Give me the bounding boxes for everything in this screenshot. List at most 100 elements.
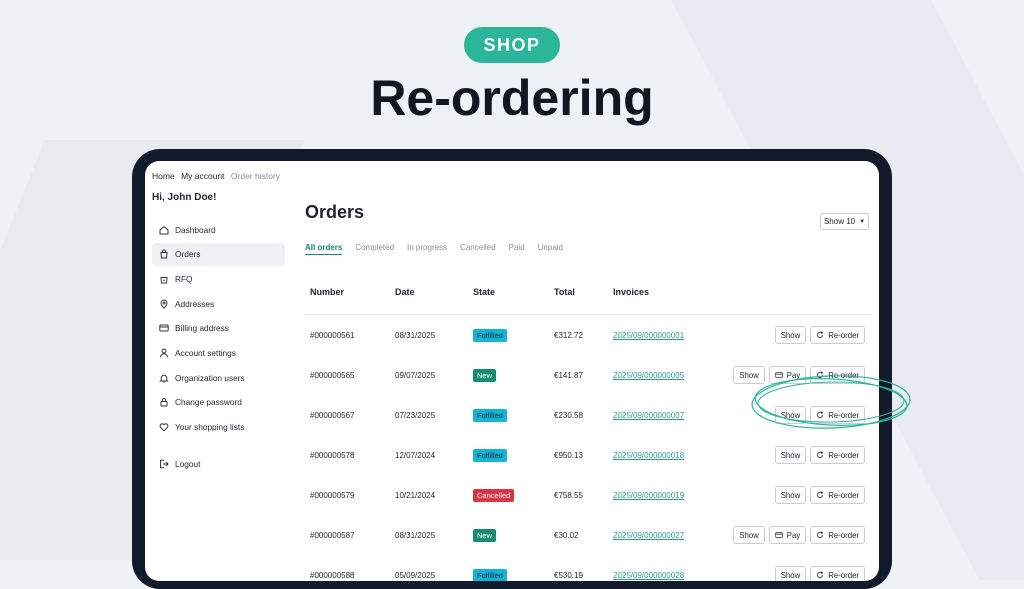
- tab-cancelled[interactable]: Cancelled: [460, 243, 496, 255]
- button-label: Re-order: [828, 490, 859, 500]
- invoice-link[interactable]: 2025/09/000000005: [613, 371, 684, 380]
- invoice-link[interactable]: 2025/09/000000019: [613, 491, 684, 500]
- sidebar-item-dashboard[interactable]: Dashboard: [152, 218, 285, 241]
- status-badge: Cancelled: [473, 488, 515, 502]
- order-total: €950.13: [554, 450, 583, 460]
- breadcrumb-order-history: Order history: [230, 171, 281, 181]
- heart-icon: [159, 423, 169, 432]
- show-button[interactable]: Show: [733, 526, 765, 544]
- button-label: Re-order: [828, 450, 859, 460]
- tab-unpaid[interactable]: Unpaid: [538, 243, 563, 255]
- button-label: Show: [739, 530, 759, 540]
- invoice-link[interactable]: 2025/09/000000028: [613, 571, 684, 580]
- sidebar-item-organization-users[interactable]: Organization users: [152, 366, 285, 389]
- show-button[interactable]: Show: [774, 326, 807, 344]
- chevron-down-icon: ▼: [859, 218, 866, 225]
- row-actions: Show Re-order: [774, 475, 865, 515]
- sidebar-item-logout[interactable]: Logout: [152, 452, 285, 475]
- orders-panel: Orders Show 10 ▼ All orders Completed In…: [305, 161, 875, 581]
- sidebar-item-addresses[interactable]: Addresses: [152, 292, 285, 315]
- sidebar-item-label: Dashboard: [175, 224, 216, 235]
- bag-question-icon: [160, 276, 168, 284]
- order-total: €230.58: [554, 410, 583, 420]
- show-button[interactable]: Show: [774, 486, 807, 504]
- reorder-button[interactable]: Re-order: [810, 446, 865, 464]
- page-title: Orders: [305, 202, 365, 222]
- button-label: Pay: [786, 370, 801, 380]
- show-button[interactable]: Show: [733, 366, 765, 384]
- tab-in-progress[interactable]: In progress: [407, 243, 447, 255]
- row-actions: Show Re-order: [774, 315, 865, 355]
- sidebar-item-change-password[interactable]: Change password: [152, 391, 285, 414]
- order-date: 09/07/2025: [395, 370, 436, 380]
- invoice-link[interactable]: 2025/09/000000018: [613, 451, 684, 460]
- credit-card-icon: [775, 532, 783, 538]
- order-date: 07/23/2025: [395, 410, 436, 420]
- tab-all-orders[interactable]: All orders: [305, 243, 343, 255]
- row-actions: Show Re-order: [774, 555, 865, 581]
- sidebar-item-orders[interactable]: Orders: [152, 242, 285, 266]
- credit-card-icon: [159, 324, 169, 332]
- order-number: #000000588: [310, 570, 355, 580]
- breadcrumb-home[interactable]: Home: [152, 171, 175, 181]
- bag-icon: [160, 249, 168, 259]
- invoice-link[interactable]: 2025/09/000000007: [613, 411, 684, 420]
- sidebar-item-shopping-lists[interactable]: Your shopping lists: [152, 416, 285, 439]
- refresh-icon: [817, 371, 824, 379]
- reorder-button[interactable]: Re-order: [810, 366, 865, 384]
- table-header: Number Date State Total Invoices: [305, 279, 871, 315]
- row-actions: Show Re-order: [774, 435, 865, 475]
- reorder-button[interactable]: Re-order: [810, 326, 865, 344]
- sidebar-item-label: Your shopping lists: [175, 422, 245, 432]
- order-date: 10/21/2024: [395, 490, 436, 500]
- sidebar-item-label: Billing address: [175, 323, 229, 334]
- breadcrumb-my-account[interactable]: My account: [181, 171, 224, 181]
- button-label: Pay: [786, 530, 801, 540]
- show-button[interactable]: Show: [774, 406, 807, 424]
- pay-button[interactable]: Pay: [768, 526, 807, 544]
- reorder-button[interactable]: Re-order: [810, 486, 865, 504]
- order-date: 05/09/2025: [395, 570, 436, 580]
- reorder-button[interactable]: Re-order: [810, 526, 865, 544]
- status-badge: Fulfilled: [473, 568, 507, 581]
- shop-badge: SHOP: [464, 27, 560, 63]
- reorder-button[interactable]: Re-order: [810, 406, 865, 424]
- refresh-icon: [817, 411, 824, 419]
- sidebar-item-account-settings[interactable]: Account settings: [152, 341, 285, 364]
- button-label: Show: [780, 570, 801, 580]
- button-label: Re-order: [828, 370, 859, 380]
- app-screen: Home My account Order history Hi, John D…: [145, 161, 879, 581]
- order-total: €141.87: [554, 370, 583, 380]
- page-size-select[interactable]: Show 10 ▼: [820, 213, 869, 230]
- order-date: 12/07/2024: [395, 450, 436, 460]
- home-icon: [159, 225, 169, 234]
- status-badge: Fulfilled: [473, 448, 507, 462]
- sidebar: Dashboard Orders RFQ Addresses Billing a…: [152, 218, 285, 477]
- tab-paid[interactable]: Paid: [509, 243, 525, 255]
- show-button[interactable]: Show: [774, 566, 807, 581]
- button-label: Re-order: [828, 330, 859, 340]
- column-date: Date: [395, 287, 415, 297]
- button-label: Show: [780, 450, 801, 460]
- sidebar-item-billing-address[interactable]: Billing address: [152, 317, 285, 340]
- table-row: #000000579 10/21/2024 Cancelled €758.55 2025…: [305, 475, 871, 515]
- sidebar-item-label: Organization users: [175, 372, 245, 383]
- order-number: #000000579: [310, 490, 355, 500]
- show-button[interactable]: Show: [774, 446, 807, 464]
- button-label: Show: [780, 410, 801, 420]
- sidebar-item-label: Orders: [175, 249, 201, 260]
- button-label: Re-order: [828, 410, 859, 420]
- button-label: Show: [739, 370, 759, 380]
- reorder-button[interactable]: Re-order: [810, 566, 865, 581]
- refresh-icon: [817, 491, 824, 499]
- invoice-link[interactable]: 2025/09/000000001: [613, 331, 684, 340]
- pay-button[interactable]: Pay: [768, 366, 807, 384]
- hero-headline: Re-ordering: [370, 70, 654, 126]
- sidebar-item-rfq[interactable]: RFQ: [152, 267, 285, 290]
- order-total: €312.72: [554, 330, 583, 340]
- invoice-link[interactable]: 2025/09/000000027: [613, 531, 684, 540]
- status-badge: Fulfilled: [473, 328, 507, 342]
- sidebar-item-label: Addresses: [175, 298, 215, 309]
- order-number: #000000561: [310, 330, 355, 340]
- tab-completed[interactable]: Completed: [355, 243, 394, 255]
